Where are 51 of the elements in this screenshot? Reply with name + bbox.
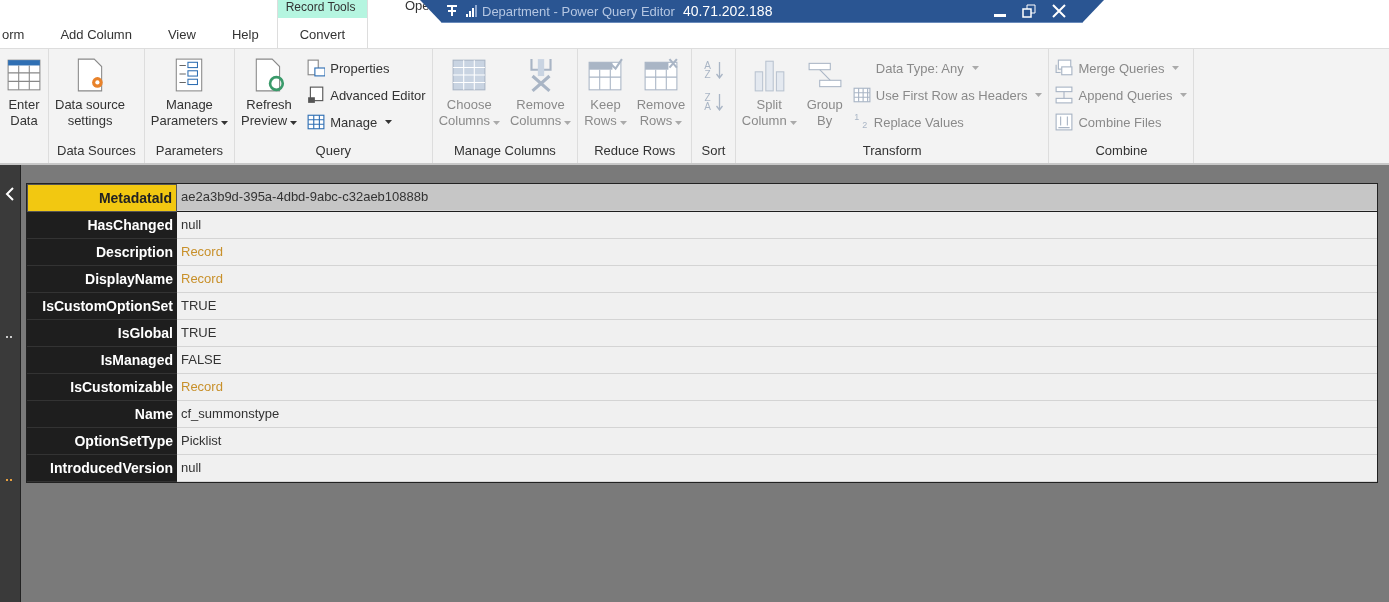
properties-icon (307, 59, 326, 77)
window-title: Department - Power Query Editor (482, 3, 675, 19)
down-arrow-icon (715, 93, 723, 111)
ribbon-button[interactable]: Manage Parameters (146, 55, 232, 131)
field-value-cell: null (177, 455, 1377, 482)
group-label: Manage Columns (452, 142, 557, 160)
keep-rows-icon (587, 57, 624, 93)
field-value-cell: TRUE (177, 293, 1377, 320)
ribbon-button[interactable]: Manage (303, 109, 430, 135)
combine-files-icon (1055, 113, 1074, 131)
field-value-cell: cf_summonstype (177, 401, 1377, 428)
ribbon-tab[interactable]: Add Column (60, 18, 132, 48)
field-name-cell[interactable]: MetadataId (27, 184, 177, 212)
table-icon (6, 57, 42, 93)
pin-icon[interactable] (444, 4, 460, 18)
choose-columns-icon (451, 57, 488, 93)
signal-icon[interactable] (466, 5, 478, 17)
ribbon-tab[interactable]: orm (2, 18, 25, 48)
group-label: Sort (700, 142, 727, 160)
group-label: Reduce Rows (593, 142, 677, 160)
close-icon[interactable] (1052, 4, 1066, 18)
ribbon-tab[interactable]: View (167, 18, 196, 48)
field-value-cell: Picklist (177, 428, 1377, 455)
ribbon-button[interactable]: Enter Data (2, 55, 46, 131)
field-value-cell: ae2a3b9d-395a-4dbd-9abc-c32aeb10888b (177, 184, 1377, 211)
context-tab-header: Record Tools (277, 0, 368, 18)
ribbon-button[interactable]: Properties (303, 55, 430, 81)
down-arrow-icon (715, 61, 723, 79)
remove-rows-icon (642, 57, 679, 93)
grid-icon (307, 113, 326, 131)
ribbon-button[interactable]: Advanced Editor (303, 82, 430, 108)
field-value-cell: null (177, 212, 1377, 239)
group-label: Transform (861, 142, 923, 160)
calendar-grid-icon (852, 86, 871, 104)
remote-address: 40.71.202.188 (682, 3, 773, 19)
group-label: Combine (1094, 142, 1149, 160)
replace-values-icon: 1 2 (852, 113, 869, 131)
field-value-cell: FALSE (177, 347, 1377, 374)
group-label: Data Sources (56, 142, 137, 160)
field-value-cell: TRUE (177, 320, 1377, 347)
group-label: Parameters (154, 142, 224, 160)
ellipsis-icon (6, 336, 14, 339)
ellipsis-icon (6, 479, 14, 482)
append-queries-icon (1055, 86, 1074, 104)
ribbon-button[interactable]: Data source settings (51, 55, 130, 131)
ribbon-tab[interactable]: Convert (299, 18, 346, 48)
group-label: Query (314, 142, 352, 160)
merge-queries-icon (1055, 59, 1074, 77)
restore-icon[interactable] (1022, 4, 1036, 18)
ribbon-button[interactable]: Refresh Preview (236, 55, 302, 131)
ribbon-tab[interactable]: Help (231, 18, 259, 48)
